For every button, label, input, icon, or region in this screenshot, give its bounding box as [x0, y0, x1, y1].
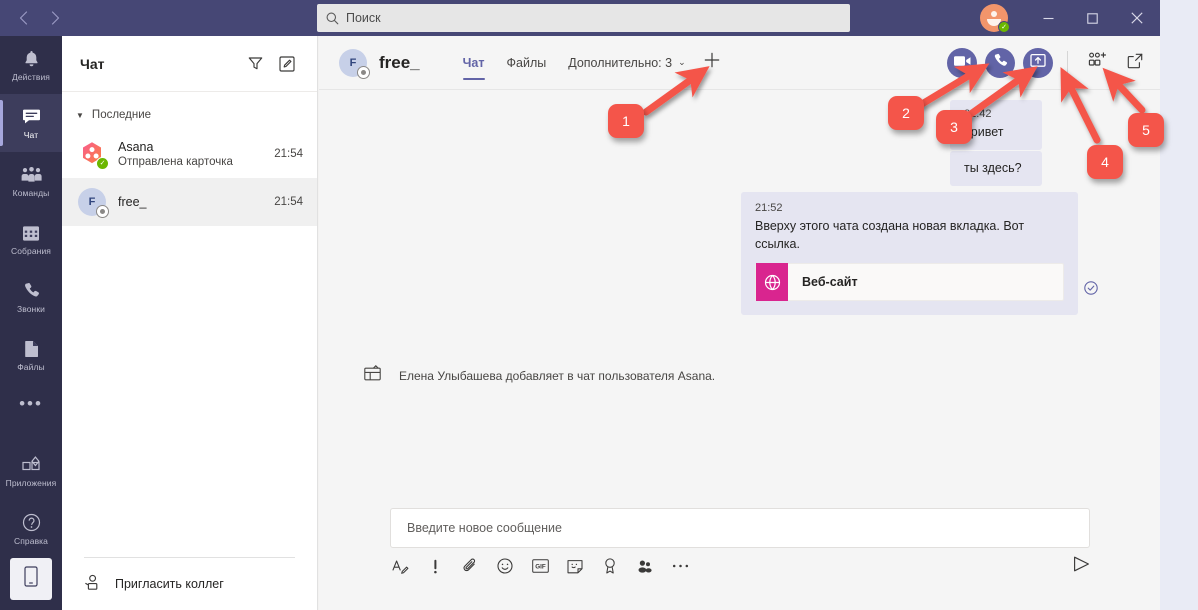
annotation-arrows: [642, 63, 1146, 144]
annotation-marker-3: 3: [936, 110, 972, 144]
screenshot-root: Поиск ✓ Действия Чат Команды Собрания Зв…: [0, 0, 1198, 610]
annotation-marker-4: 4: [1087, 145, 1123, 179]
annotation-marker-1: 1: [608, 104, 644, 138]
annotation-marker-5: 5: [1128, 113, 1164, 147]
annotation-marker-2: 2: [888, 96, 924, 130]
